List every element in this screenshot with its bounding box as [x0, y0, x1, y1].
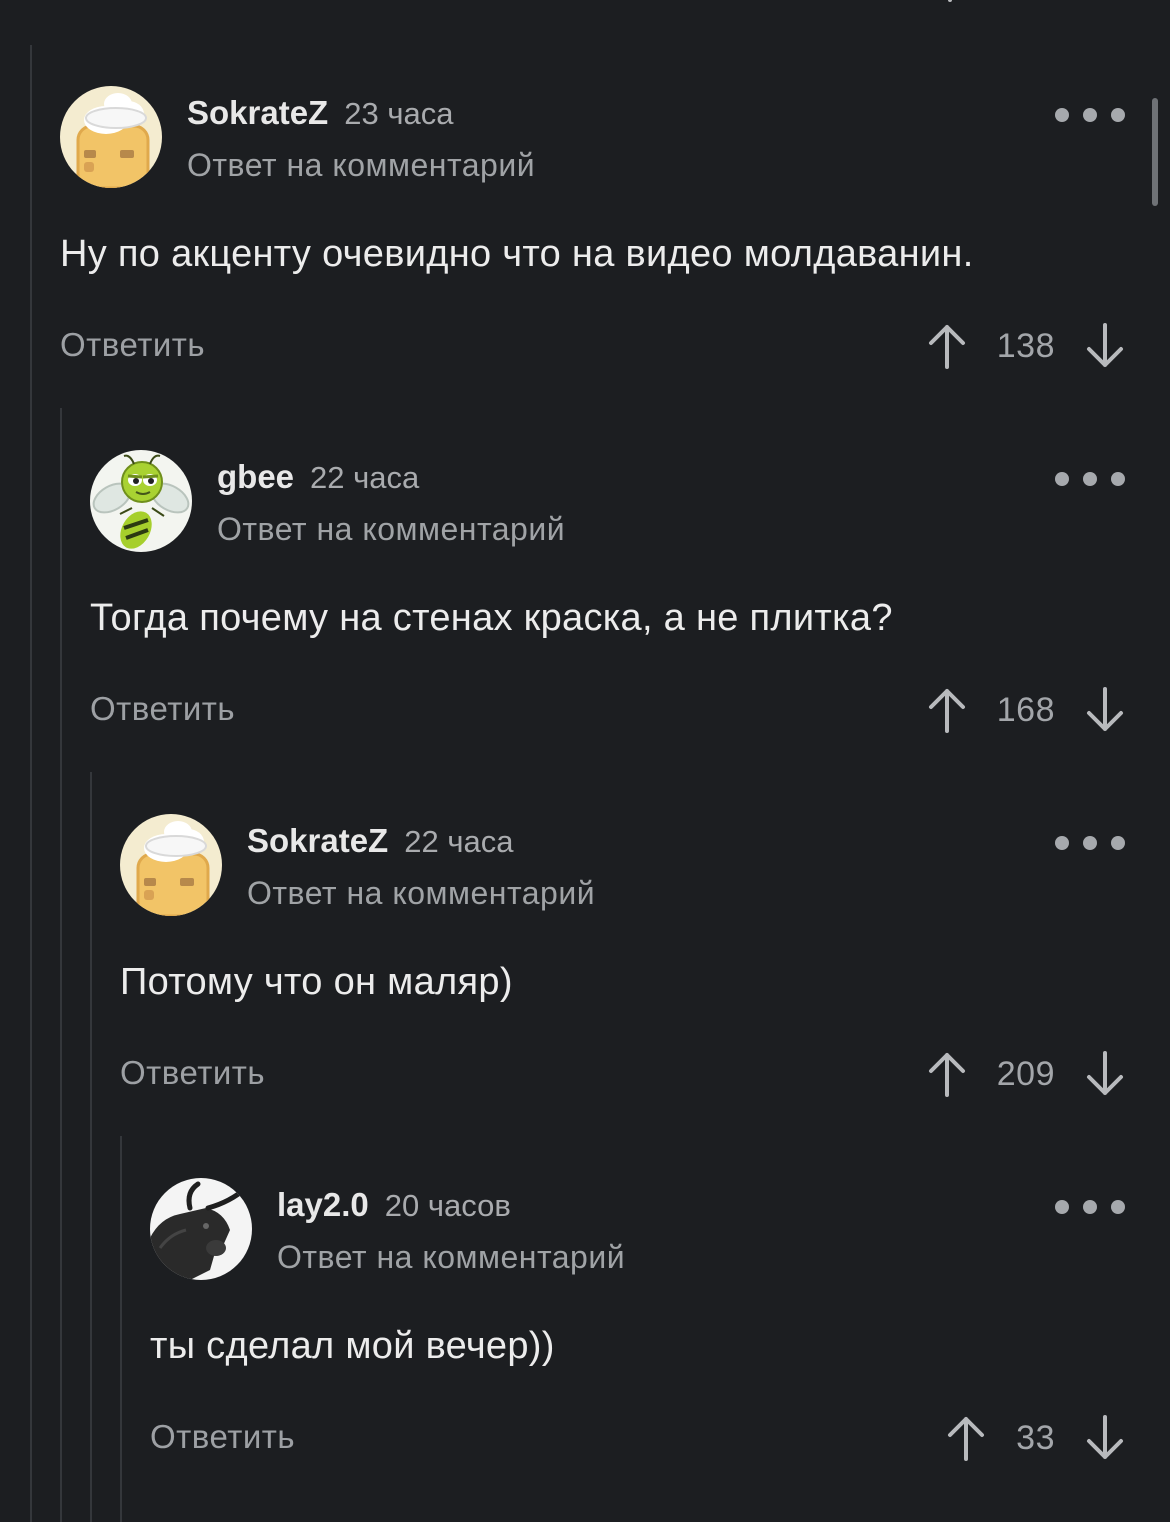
dot-icon — [1055, 108, 1069, 122]
reply-button[interactable]: Ответить — [60, 326, 205, 364]
comment-footer: Ответить 209 — [120, 1044, 1125, 1104]
dot-icon — [1111, 108, 1125, 122]
dot-icon — [1083, 472, 1097, 486]
scrollbar-thumb[interactable] — [1152, 98, 1158, 206]
vote-controls: 168 — [927, 680, 1125, 740]
comment-text: ты сделал мой вечер)) — [150, 1325, 555, 1367]
downvote-arrow-icon[interactable] — [1085, 1049, 1125, 1099]
dot-icon — [1083, 108, 1097, 122]
timestamp: 23 часа — [344, 96, 454, 131]
username[interactable]: SokrateZ — [187, 94, 328, 131]
dot-icon — [1083, 836, 1097, 850]
reply-button[interactable]: Ответить — [120, 1054, 265, 1092]
downvote-arrow-icon[interactable] — [1085, 321, 1125, 371]
comment: SokrateZ 22 часа Ответ на комментарий Пот… — [120, 814, 1125, 1104]
comment-footer: Ответить 168 — [90, 680, 1125, 740]
dot-icon — [1111, 1200, 1125, 1214]
avatar[interactable] — [150, 1178, 252, 1280]
more-options-button[interactable] — [1055, 470, 1125, 488]
more-options-button[interactable] — [1055, 834, 1125, 852]
upvote-arrow-icon[interactable] — [946, 1413, 986, 1463]
reply-to-label[interactable]: Ответ на комментарий — [217, 500, 565, 558]
comment-header: SokrateZ 22 часа Ответ на комментарий — [120, 814, 1125, 918]
comment-footer: Ответить 138 — [60, 316, 1125, 376]
thread-line-level-1 — [30, 45, 32, 1522]
comment-header: SokrateZ 23 часа Ответ на комментарий — [60, 86, 1125, 190]
vote-score: 168 — [996, 690, 1055, 729]
more-options-button[interactable] — [1055, 1198, 1125, 1216]
comment-text: Потому что он маляр) — [120, 961, 513, 1003]
timestamp: 22 часа — [310, 460, 420, 495]
comment-header: gbee 22 часа Ответ на комментарий — [90, 450, 1125, 554]
username[interactable]: gbee — [217, 458, 294, 495]
comment-footer: Ответить 33 — [150, 1408, 1125, 1468]
reply-button[interactable]: Ответить — [90, 690, 235, 728]
comment-meta: gbee 22 часа Ответ на комментарий — [217, 454, 565, 558]
avatar[interactable] — [60, 86, 162, 188]
bull-avatar-icon — [150, 1178, 252, 1280]
comment: gbee 22 часа Ответ на комментарий Тогда п… — [90, 450, 1125, 740]
username[interactable]: SokrateZ — [247, 822, 388, 859]
thread-line-level-3 — [90, 772, 92, 1522]
dot-icon — [1111, 836, 1125, 850]
reply-to-label[interactable]: Ответ на комментарий — [187, 136, 535, 194]
avatar[interactable] — [90, 450, 192, 552]
comment: SokrateZ 23 часа Ответ на комментарий Ну … — [60, 86, 1125, 376]
upvote-arrow-icon[interactable] — [927, 321, 967, 371]
dot-icon — [1111, 472, 1125, 486]
avatar[interactable] — [120, 814, 222, 916]
downvote-arrow-icon[interactable] — [1085, 685, 1125, 735]
reply-to-label[interactable]: Ответ на комментарий — [247, 864, 595, 922]
timestamp: 22 часа — [404, 824, 514, 859]
dot-icon — [1083, 1200, 1097, 1214]
vote-controls: 33 — [946, 1408, 1125, 1468]
reply-button[interactable]: Ответить — [150, 1418, 295, 1456]
comment-meta: SokrateZ 23 часа Ответ на комментарий — [187, 90, 535, 194]
comment-meta: SokrateZ 22 часа Ответ на комментарий — [247, 818, 595, 922]
more-options-button[interactable] — [1055, 106, 1125, 124]
previous-comment-votes-partial — [948, 0, 952, 2]
chef-toast-avatar-icon — [60, 86, 162, 188]
timestamp: 20 часов — [384, 1188, 511, 1223]
downvote-arrow-icon[interactable] — [1085, 1413, 1125, 1463]
upvote-arrow-icon[interactable] — [927, 685, 967, 735]
bee-avatar-icon — [90, 450, 192, 552]
chef-toast-avatar-icon — [120, 814, 222, 916]
comment-text: Ну по акценту очевидно что на видео молд… — [60, 233, 974, 275]
comments-screen: SokrateZ 23 часа Ответ на комментарий Ну … — [0, 0, 1170, 1522]
dot-icon — [1055, 836, 1069, 850]
vote-score: 138 — [996, 326, 1055, 365]
comment-meta: lay2.0 20 часов Ответ на комментарий — [277, 1182, 625, 1286]
thread-line-level-4 — [120, 1136, 122, 1522]
vote-controls: 209 — [927, 1044, 1125, 1104]
dot-icon — [1055, 1200, 1069, 1214]
vote-controls: 138 — [927, 316, 1125, 376]
comment-text: Тогда почему на стенах краска, а не плит… — [90, 597, 893, 639]
upvote-arrow-icon[interactable] — [927, 1049, 967, 1099]
comment-header: lay2.0 20 часов Ответ на комментарий — [150, 1178, 1125, 1282]
comment: lay2.0 20 часов Ответ на комментарий ты с… — [150, 1178, 1125, 1468]
vote-score: 209 — [996, 1054, 1055, 1093]
username[interactable]: lay2.0 — [277, 1186, 369, 1223]
reply-to-label[interactable]: Ответ на комментарий — [277, 1228, 625, 1286]
dot-icon — [1055, 472, 1069, 486]
thread-line-level-2 — [60, 408, 62, 1522]
vote-score: 33 — [1016, 1418, 1055, 1457]
